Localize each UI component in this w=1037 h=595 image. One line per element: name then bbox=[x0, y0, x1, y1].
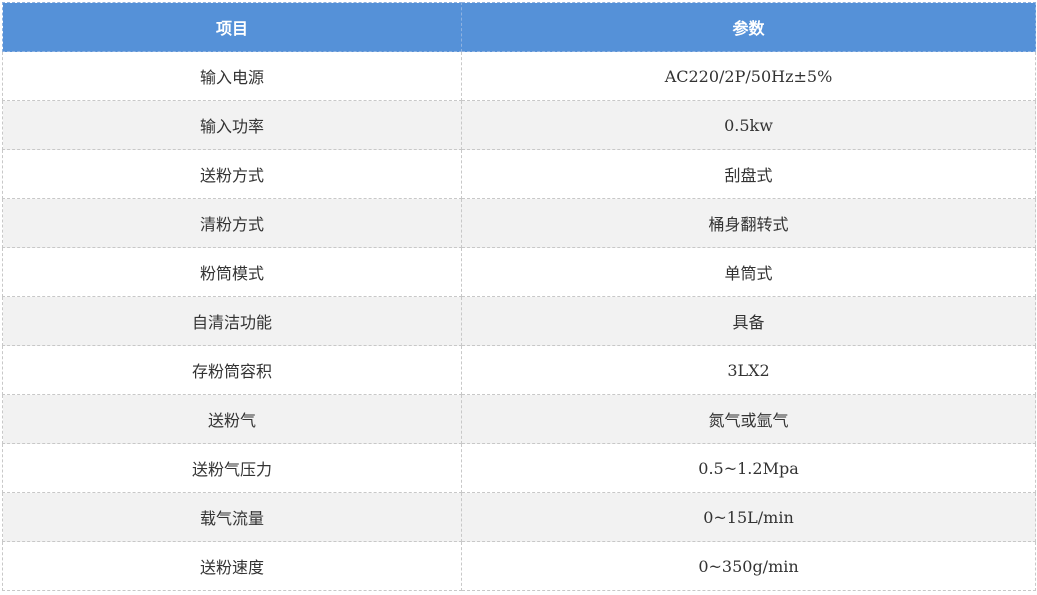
table-row: 送粉方式 刮盘式 bbox=[2, 149, 1036, 199]
row-label: 自清洁功能 bbox=[2, 296, 462, 346]
row-value: 刮盘式 bbox=[461, 149, 1036, 199]
row-label: 粉筒模式 bbox=[2, 247, 462, 297]
row-value: AC220/2P/50Hz±5% bbox=[461, 51, 1036, 101]
row-label: 送粉气 bbox=[2, 394, 462, 444]
row-label: 清粉方式 bbox=[2, 198, 462, 248]
row-value: 具备 bbox=[461, 296, 1036, 346]
row-value: 3LX2 bbox=[461, 345, 1036, 395]
row-value: 0~15L/min bbox=[461, 492, 1036, 542]
row-label: 输入电源 bbox=[2, 51, 462, 101]
table-header: 项目 参数 bbox=[2, 2, 1036, 52]
header-row: 项目 参数 bbox=[2, 2, 1036, 52]
table-row: 送粉速度 0~350g/min bbox=[2, 541, 1036, 591]
row-label: 送粉气压力 bbox=[2, 443, 462, 493]
table-row: 载气流量 0~15L/min bbox=[2, 492, 1036, 542]
table-row: 存粉筒容积 3LX2 bbox=[2, 345, 1036, 395]
table-row: 输入电源 AC220/2P/50Hz±5% bbox=[2, 51, 1036, 101]
row-label: 送粉方式 bbox=[2, 149, 462, 199]
row-value: 桶身翻转式 bbox=[461, 198, 1036, 248]
table-row: 自清洁功能 具备 bbox=[2, 296, 1036, 346]
table-row: 输入功率 0.5kw bbox=[2, 100, 1036, 150]
table-row: 粉筒模式 单筒式 bbox=[2, 247, 1036, 297]
row-label: 存粉筒容积 bbox=[2, 345, 462, 395]
row-value: 0.5~1.2Mpa bbox=[461, 443, 1036, 493]
row-value: 0~350g/min bbox=[461, 541, 1036, 591]
header-item: 项目 bbox=[2, 2, 462, 52]
row-value: 氮气或氩气 bbox=[461, 394, 1036, 444]
table-row: 送粉气压力 0.5~1.2Mpa bbox=[2, 443, 1036, 493]
row-label: 送粉速度 bbox=[2, 541, 462, 591]
table-row: 清粉方式 桶身翻转式 bbox=[2, 198, 1036, 248]
row-label: 载气流量 bbox=[2, 492, 462, 542]
spec-table: 项目 参数 输入电源 AC220/2P/50Hz±5% 输入功率 0.5kw 送… bbox=[2, 2, 1036, 591]
table-body: 输入电源 AC220/2P/50Hz±5% 输入功率 0.5kw 送粉方式 刮盘… bbox=[2, 51, 1036, 591]
row-value: 单筒式 bbox=[461, 247, 1036, 297]
row-label: 输入功率 bbox=[2, 100, 462, 150]
table-row: 送粉气 氮气或氩气 bbox=[2, 394, 1036, 444]
row-value: 0.5kw bbox=[461, 100, 1036, 150]
header-param: 参数 bbox=[461, 2, 1036, 52]
